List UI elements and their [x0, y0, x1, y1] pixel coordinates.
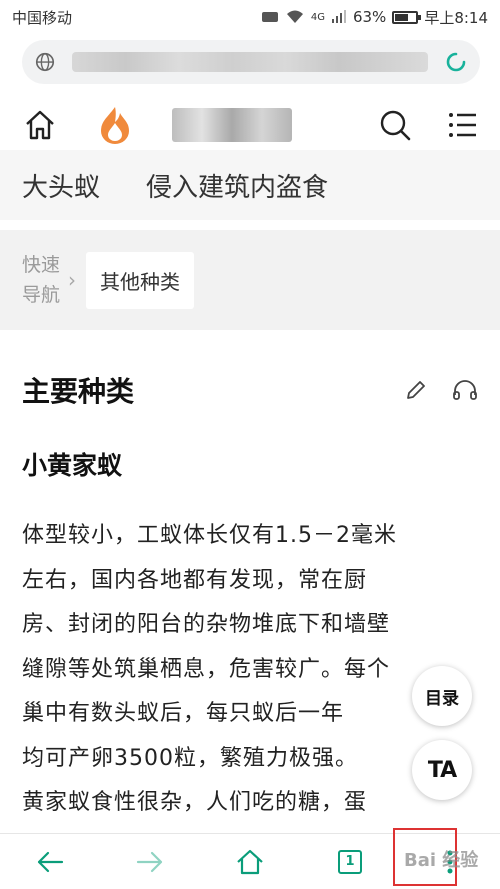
arrow-right-icon: [136, 851, 163, 872]
home-button[interactable]: [220, 837, 280, 887]
home-icon[interactable]: [22, 107, 58, 143]
paragraph-line: 巢中有数头蚁后，每只蚁后一年: [22, 701, 345, 726]
section-title: 主要种类: [22, 375, 135, 408]
article-body: 主要种类 小黄家蚁 体型较小，工蚁体长仅有1.5－2毫米 左右，国内各地都有发现…: [22, 350, 478, 826]
paragraph-line: 左右，国内各地都有发现，常在厨: [22, 567, 368, 593]
menu-icon[interactable]: [448, 110, 478, 140]
carrier-name: 中国移动: [12, 8, 73, 27]
paragraph-line: 体型较小，工蚁体长仅有1.5－2毫米: [22, 523, 397, 548]
subsection-title: 小黄家蚁: [22, 451, 123, 480]
edit-pencil-icon[interactable]: [404, 378, 428, 402]
status-bar: 中国移动 4G 63% 早上8:14: [0, 0, 500, 34]
tabs-button[interactable]: 1: [320, 837, 380, 887]
signal-icon: [331, 10, 346, 23]
article-paragraph: 体型较小，工蚁体长仅有1.5－2毫米 左右，国内各地都有发现，常在厨 房、封闭的…: [22, 514, 478, 826]
status-icons: 4G 63% 早上8:14: [261, 7, 488, 28]
chevron-right-icon: ›: [68, 268, 76, 292]
strip-item-1: 大头蚁: [22, 172, 101, 203]
quick-nav-label: 快速 导航: [22, 254, 61, 306]
tab-count: 1: [338, 849, 362, 874]
paragraph-line: 均可产卵3500粒，繁殖力极强。: [22, 745, 358, 771]
battery-fill: [395, 13, 408, 21]
strip-item-2: 侵入建筑内盗食: [146, 172, 329, 203]
ta-button[interactable]: TA: [412, 740, 472, 800]
table-of-contents-button[interactable]: 目录: [412, 666, 472, 726]
paragraph-line: 房、封闭的阳台的杂物堆底下和墙壁: [22, 612, 391, 637]
forward-button[interactable]: [120, 837, 180, 887]
quick-nav-chip-other-types[interactable]: 其他种类: [86, 251, 194, 309]
wifi-icon: [286, 10, 303, 23]
watermark: Bai 经验: [404, 850, 479, 871]
site-title-blurred: [172, 108, 292, 142]
site-header: [0, 94, 500, 156]
sim-icon: [261, 12, 278, 22]
search-icon[interactable]: [378, 108, 412, 142]
headphones-icon[interactable]: [452, 378, 478, 402]
paragraph-line: 黄家蚁食性很杂，人们吃的糖，蛋: [22, 790, 368, 815]
quick-nav: 快速 导航 › 其他种类: [0, 230, 500, 330]
address-bar[interactable]: [22, 40, 480, 84]
home-icon: [237, 849, 263, 874]
battery-icon: [392, 10, 422, 24]
clock: 早上8:14: [424, 8, 488, 27]
network-type: 4G: [310, 11, 325, 23]
loading-icon[interactable]: [444, 50, 468, 74]
globe-icon: [35, 52, 55, 72]
back-button[interactable]: [20, 837, 80, 887]
section-header: 主要种类: [22, 350, 478, 430]
previous-content-strip: 大头蚁 侵入建筑内盗食: [0, 150, 500, 220]
url-text-blurred[interactable]: [72, 52, 428, 72]
arrow-left-icon: [37, 851, 64, 872]
paragraph-line: 缝隙等处筑巢栖息，危害较广。每个: [22, 656, 391, 682]
flame-logo-icon[interactable]: [98, 105, 132, 145]
battery-percent: 63%: [352, 8, 387, 26]
